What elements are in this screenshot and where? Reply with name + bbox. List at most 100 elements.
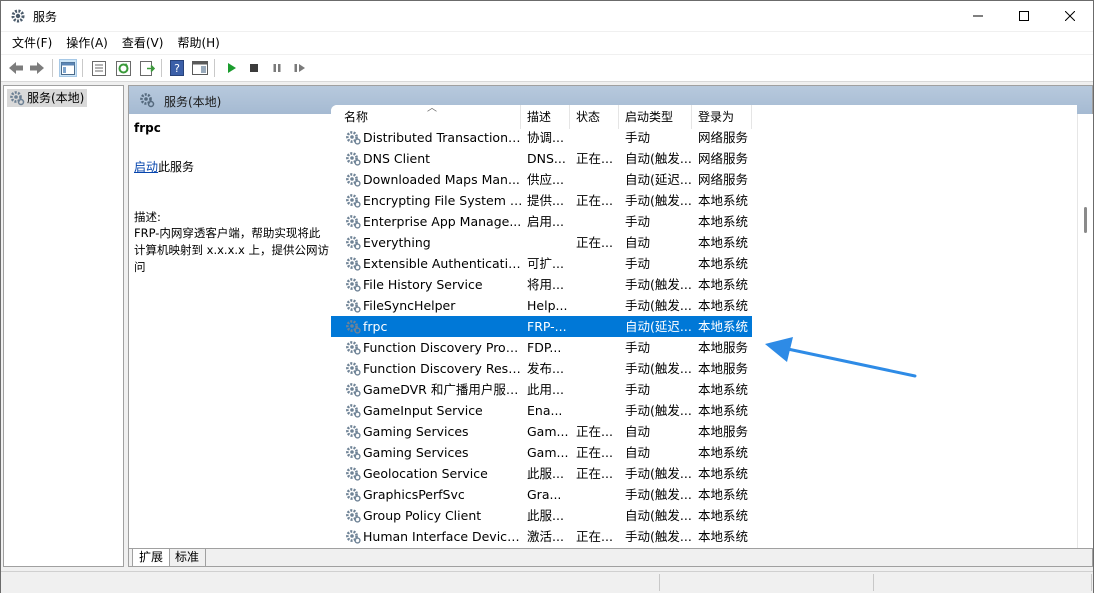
pause-icon <box>273 64 281 72</box>
service-row[interactable]: GameDVR 和广播用户服务... 此用... 手动 本地系统 <box>331 379 752 400</box>
service-row[interactable]: Downloaded Maps Man... 供应... 自动(延迟... 网络服务 <box>331 169 752 190</box>
show-action-pane-button[interactable] <box>191 59 209 77</box>
service-logon-as: 本地系统 <box>698 403 749 418</box>
service-startup-type: 手动(触发... <box>625 193 691 208</box>
pause-service-button[interactable] <box>268 59 286 77</box>
column-header-label: 名称 <box>344 110 369 124</box>
service-startup-type: 手动 <box>625 340 651 355</box>
service-row[interactable]: FileSyncHelper Help... 手动(触发... 本地系统 <box>331 295 752 316</box>
back-button[interactable] <box>7 59 25 77</box>
maximize-icon <box>1019 11 1029 21</box>
service-name-cell: Geolocation Service <box>343 463 523 484</box>
tree-item-services-local[interactable]: 服务(本地) <box>7 89 88 107</box>
menu-view[interactable]: 查看(V) <box>115 32 171 54</box>
show-hide-console-tree-button[interactable] <box>59 59 77 77</box>
service-description: FDP... <box>527 340 562 355</box>
service-row[interactable]: Everything 正在... 自动 本地系统 <box>331 232 752 253</box>
service-startup-type: 自动 <box>625 445 651 460</box>
start-service-suffix: 此服务 <box>158 160 195 174</box>
menu-action[interactable]: 操作(A) <box>59 32 115 54</box>
column-header-logon-as[interactable]: 登录为 <box>692 105 752 129</box>
service-row[interactable]: Gaming Services Gam... 正在... 自动 本地服务 <box>331 421 752 442</box>
toolbar-separator <box>214 59 215 77</box>
service-row[interactable]: File History Service 将用... 手动(触发... 本地系统 <box>331 274 752 295</box>
service-name: Gaming Services <box>363 424 469 439</box>
refresh-icon <box>115 60 131 76</box>
forward-button[interactable] <box>28 59 46 77</box>
service-startup-type: 自动 <box>625 424 651 439</box>
service-row[interactable]: Function Discovery Reso... 发布... 手动(触发... 本… <box>331 358 752 379</box>
forward-icon <box>30 62 44 74</box>
start-service-link[interactable]: 启动 <box>134 160 158 174</box>
tree-item-label: 服务(本地) <box>27 91 85 105</box>
service-status <box>576 379 620 400</box>
resume-service-button[interactable] <box>291 59 309 77</box>
service-startup-type: 手动(触发... <box>625 403 691 418</box>
column-header-description[interactable]: 描述 <box>521 105 570 129</box>
services-gear-icon <box>11 9 25 23</box>
service-row[interactable]: Human Interface Device... 激活... 正在... 手动(触发… <box>331 526 752 547</box>
service-logon-as: 本地系统 <box>698 487 749 502</box>
close-button[interactable] <box>1047 1 1093 31</box>
service-name: Gaming Services <box>363 445 469 460</box>
service-row[interactable]: GameInput Service Ena... 手动(触发... 本地系统 <box>331 400 752 421</box>
menu-file[interactable]: 文件(F) <box>5 32 59 54</box>
service-name-cell: Downloaded Maps Man... <box>343 169 523 190</box>
service-description: 激活... <box>527 529 564 544</box>
service-logon-as: 本地系统 <box>698 382 749 397</box>
service-name-cell: Distributed Transaction C... <box>343 127 523 148</box>
service-logon-as: 本地系统 <box>698 466 749 481</box>
minimize-button[interactable] <box>955 1 1001 31</box>
export-list-icon <box>139 60 155 76</box>
service-name: File History Service <box>363 277 483 292</box>
service-name: DNS Client <box>363 151 431 166</box>
service-status <box>576 316 620 337</box>
maximize-button[interactable] <box>1001 1 1047 31</box>
service-row[interactable]: Encrypting File System (E... 提供... 正在... 手动… <box>331 190 752 211</box>
service-logon-as: 本地系统 <box>698 235 749 250</box>
properties-button[interactable] <box>90 59 108 77</box>
list-header: ︿ 名称 描述 状态 启动类型 登录为 <box>331 105 1077 129</box>
column-header-status[interactable]: 状态 <box>570 105 619 129</box>
service-row[interactable]: DNS Client DNS... 正在... 自动(触发... 网络服务 <box>331 148 752 169</box>
service-row[interactable]: Geolocation Service 此服... 正在... 手动(触发... 本地系… <box>331 463 752 484</box>
scrollbar-thumb[interactable] <box>1084 207 1087 233</box>
service-row[interactable]: Enterprise App Manage... 启用... 手动 本地系统 <box>331 211 752 232</box>
service-description: Gra... <box>527 487 562 502</box>
service-row[interactable]: Extensible Authentication... 可扩... 手动 本地系统 <box>331 253 752 274</box>
service-row-selected[interactable]: frpc FRP-... 自动(延迟... 本地系统 <box>331 316 752 337</box>
service-row[interactable]: GraphicsPerfSvc Gra... 手动(触发... 本地系统 <box>331 484 752 505</box>
service-gear-icon <box>346 173 361 187</box>
start-service-button[interactable] <box>222 59 240 77</box>
services-window: 服务 文件(F) 操作(A) 查看(V) 帮助(H) ? 服务(本地) 服务(本… <box>0 0 1094 593</box>
service-status: 正在... <box>576 424 613 439</box>
service-row[interactable]: Group Policy Client 此服... 自动(触发... 本地系统 <box>331 505 752 526</box>
service-description: Help... <box>527 298 568 313</box>
column-header-label: 状态 <box>576 110 601 124</box>
back-icon <box>9 62 23 74</box>
service-status: 正在... <box>576 529 613 544</box>
service-description: 此服... <box>527 466 564 481</box>
refresh-button[interactable] <box>114 59 132 77</box>
service-name-cell: GameDVR 和广播用户服务... <box>343 379 523 400</box>
service-row[interactable]: Gaming Services Gam... 正在... 自动 本地系统 <box>331 442 752 463</box>
window-title: 服务 <box>33 10 58 24</box>
export-list-button[interactable] <box>138 59 156 77</box>
tab-extended[interactable]: 扩展 <box>132 549 171 567</box>
service-name-cell: GameInput Service <box>343 400 523 421</box>
service-status: 正在... <box>576 445 613 460</box>
service-gear-icon <box>346 215 361 229</box>
column-header-startup-type[interactable]: 启动类型 <box>619 105 692 129</box>
service-row[interactable]: Distributed Transaction C... 协调... 手动 网络服务 <box>331 127 752 148</box>
menu-help[interactable]: 帮助(H) <box>170 32 226 54</box>
vertical-scrollbar[interactable] <box>1077 114 1093 548</box>
column-header-name[interactable]: ︿ 名称 <box>331 105 521 129</box>
service-gear-icon <box>346 341 361 355</box>
help-button[interactable]: ? <box>168 59 186 77</box>
service-gear-icon <box>346 509 361 523</box>
tab-standard[interactable]: 标准 <box>169 549 207 567</box>
stop-service-button[interactable] <box>245 59 263 77</box>
service-row[interactable]: Function Discovery Provi... FDP... 手动 本地服务 <box>331 337 752 358</box>
resume-icon <box>294 64 305 72</box>
properties-icon <box>92 60 106 76</box>
